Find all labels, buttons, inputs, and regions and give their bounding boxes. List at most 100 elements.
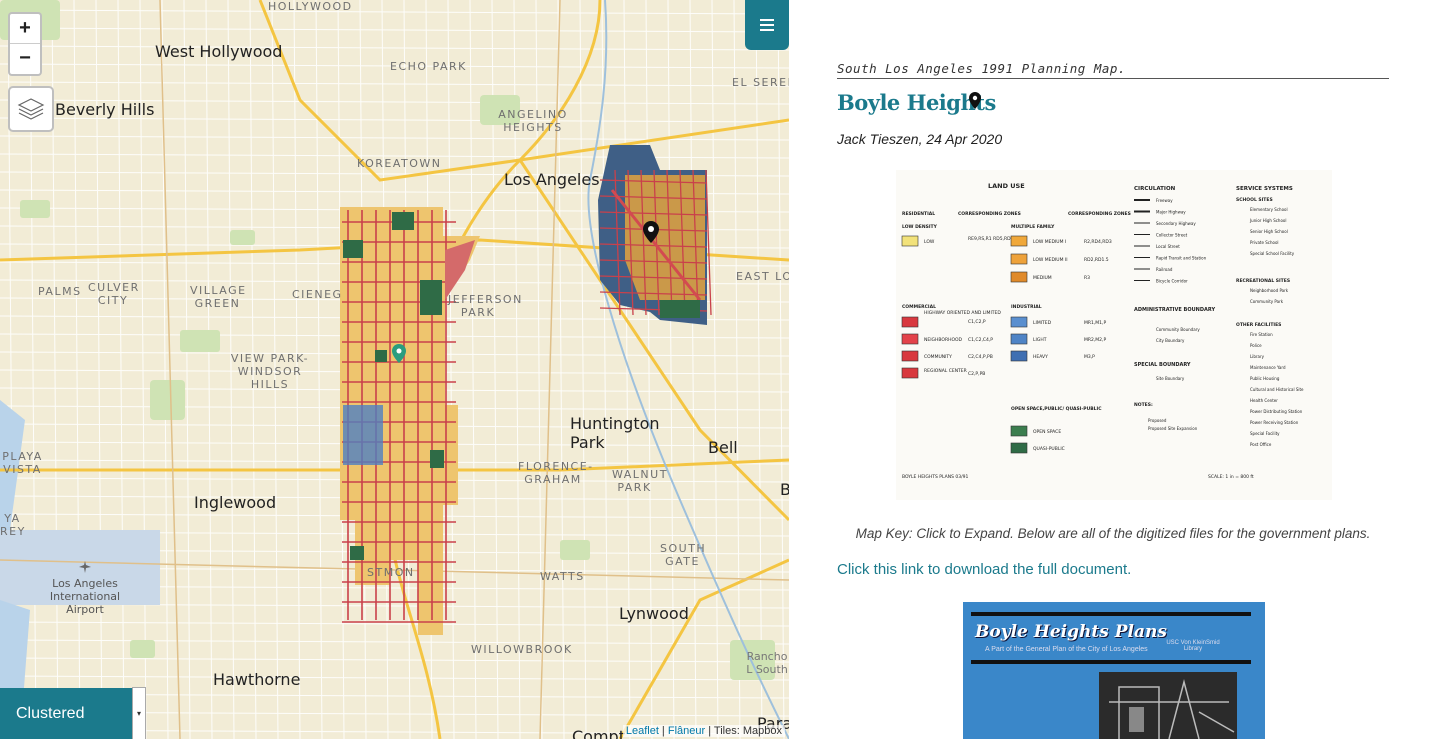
map-key-text: LOW — [924, 239, 935, 245]
location-pin-icon[interactable] — [969, 92, 981, 109]
map-key-text: LIGHT — [1033, 337, 1047, 343]
leaflet-link[interactable]: Leaflet — [626, 725, 659, 737]
map-key-text: MEDIUM — [1033, 275, 1052, 281]
key-other-item: Power Receiving Station — [1250, 420, 1299, 425]
place-label-village-green: VILLAGE GREEN — [190, 284, 247, 310]
attribution-separator: | — [658, 725, 668, 737]
map-key-text: RECREATIONAL SITES — [1236, 278, 1290, 284]
key-school-item: Special School Facility — [1250, 251, 1295, 256]
map-key-text: SCHOOL SITES — [1236, 197, 1273, 203]
map-key-swatch — [901, 333, 919, 345]
map-key-text: NOTES: — [1134, 402, 1153, 408]
document-cover-image[interactable]: Boyle Heights Plans A Part of the Genera… — [963, 602, 1265, 739]
key-rec-item: Neighborhood Park — [1250, 288, 1289, 293]
map-key-text: Proposed Site Expansion — [1148, 426, 1198, 431]
key-school-item: Senior High School — [1250, 229, 1288, 234]
map-key-text: CORRESPONDING ZONES — [958, 211, 1021, 217]
layers-button[interactable] — [8, 86, 54, 132]
key-circulation-item: Freeway — [1156, 198, 1173, 203]
download-document-link[interactable]: Click this link to download the full doc… — [837, 561, 1131, 578]
map-key-text: LOW DENSITY — [902, 224, 938, 230]
cover-title: Boyle Heights Plans — [975, 622, 1167, 642]
zoom-in-button[interactable]: + — [10, 14, 40, 44]
key-other-item: Maintenance Yard — [1250, 365, 1286, 370]
map-key-swatch — [1010, 316, 1028, 328]
map-key-text: COMMUNITY — [924, 354, 952, 360]
key-other-item: Public Housing — [1250, 376, 1280, 381]
map-key-image[interactable]: LAND USE RESIDENTIAL CORRESPONDING ZONES LO… — [896, 170, 1332, 500]
key-circulation-item: Rapid Transit and Station — [1156, 256, 1207, 261]
place-label-angelino-heights: ANGELINO HEIGHTS — [498, 108, 568, 134]
place-label-palms: PALMS — [38, 285, 82, 298]
place-label-rancho: Rancho L South — [746, 650, 788, 676]
key-circulation-item: Bicycle Corridor — [1156, 279, 1188, 284]
map-key-swatch — [901, 316, 919, 328]
map-key-text: NEIGHBORHOOD — [924, 337, 963, 343]
chevron-down-icon[interactable]: ▾ — [132, 687, 146, 739]
place-label-hollywood: HOLLYWOOD — [268, 0, 353, 13]
map-key-text: RD2,RD1.5 — [1084, 257, 1109, 263]
map-key-text: REGIONAL CENTER — [924, 368, 967, 374]
cover-rule-bottom — [971, 660, 1251, 664]
map-key-text: LIMITED — [1033, 320, 1052, 326]
place-label-west-hollywood: West Hollywood — [155, 42, 283, 61]
key-heading-land-use: LAND USE — [988, 182, 1025, 190]
map-key-caption: Map Key: Click to Expand. Below are all … — [855, 526, 1371, 541]
map-key-text: INDUSTRIAL — [1011, 304, 1042, 310]
map-key-text: OTHER FACILITIES — [1236, 322, 1281, 328]
south-la-marker-icon[interactable] — [392, 344, 406, 363]
place-label-inglewood: Inglewood — [194, 493, 277, 512]
map-key-text: LOW MEDIUM II — [1033, 257, 1068, 263]
map-key-swatch — [1010, 235, 1028, 247]
key-heading-special: SPECIAL BOUNDARY — [1134, 362, 1191, 368]
place-label-culver-city: CULVER CITY — [88, 281, 140, 307]
map-key-text: R3 — [1084, 275, 1090, 281]
map-key-swatch — [901, 235, 919, 247]
boyle-heights-marker-icon[interactable] — [643, 221, 659, 243]
key-footer: BOYLE HEIGHTS PLANS 03/91 — [902, 474, 968, 480]
map-key-swatch — [901, 367, 919, 379]
place-label-bell: Bell — [708, 438, 738, 457]
menu-button[interactable] — [745, 0, 789, 50]
flaneur-link[interactable]: Flâneur — [668, 725, 705, 737]
key-other-item: Police — [1250, 343, 1262, 348]
place-label-westmont: STMON — [367, 566, 415, 579]
place-label-el-sereno: EL SERENO — [732, 76, 789, 89]
place-label-cienega: CIENEG — [292, 288, 343, 301]
map-key-text: COMMERCIAL — [902, 304, 936, 310]
key-school-item: Junior High School — [1249, 218, 1286, 223]
map-key-swatch — [1010, 442, 1028, 454]
layers-icon — [17, 98, 45, 120]
map-key-text: HEAVY — [1033, 354, 1048, 360]
side-panel: South Los Angeles 1991 Planning Map. Boy… — [789, 0, 1437, 739]
cover-stamp: USC Von KleinSmid Library — [1166, 640, 1220, 652]
map-key-swatch — [1010, 425, 1028, 437]
map-key-text: C1,C2,P — [968, 319, 986, 325]
place-label-watts: WATTS — [540, 570, 585, 583]
airport-icon — [79, 561, 91, 573]
key-rec-item: Community Park — [1250, 299, 1284, 304]
map-key-text: MR1,M1,P — [1084, 320, 1106, 326]
map-key-swatch — [901, 350, 919, 362]
zoom-out-button[interactable]: − — [10, 44, 40, 73]
place-label-huntington-park: Huntington Park — [570, 414, 660, 452]
place-label-los-angeles: Los Angeles — [504, 170, 600, 189]
map-key-text: R2,RD4,RD3 — [1084, 239, 1112, 245]
key-circulation-item: Collector Street — [1156, 233, 1188, 238]
map-view[interactable]: HOLLYWOOD West Hollywood Beverly Hills ECHO… — [0, 0, 789, 739]
map-key-text: OPEN SPACE,PUBLIC/ QUASI-PUBLIC — [1011, 406, 1102, 412]
key-other-item: Library — [1250, 354, 1265, 359]
cluster-mode-select[interactable]: Clustered ▾ — [0, 687, 146, 739]
place-label-lax: Los Angeles International Airport — [49, 577, 121, 616]
key-other-item: Post Office — [1250, 442, 1272, 447]
place-label-florence-graham: FLORENCE-GRAHAM — [518, 460, 594, 486]
key-other-item: Special Facility — [1250, 431, 1280, 436]
map-key-text: Proposed — [1148, 418, 1167, 423]
key-other-item: Power Distributing Station — [1250, 409, 1303, 414]
place-label-playa-vista: PLAYA VISTA — [2, 450, 43, 476]
place-label-walnut-park: WALNUT PARK — [612, 468, 668, 494]
map-key-text: OPEN SPACE — [1033, 429, 1061, 435]
hamburger-icon — [760, 19, 774, 31]
place-label-jefferson-park: JEFFERSON PARK — [448, 293, 523, 319]
key-circulation-item: Railroad — [1156, 267, 1173, 272]
